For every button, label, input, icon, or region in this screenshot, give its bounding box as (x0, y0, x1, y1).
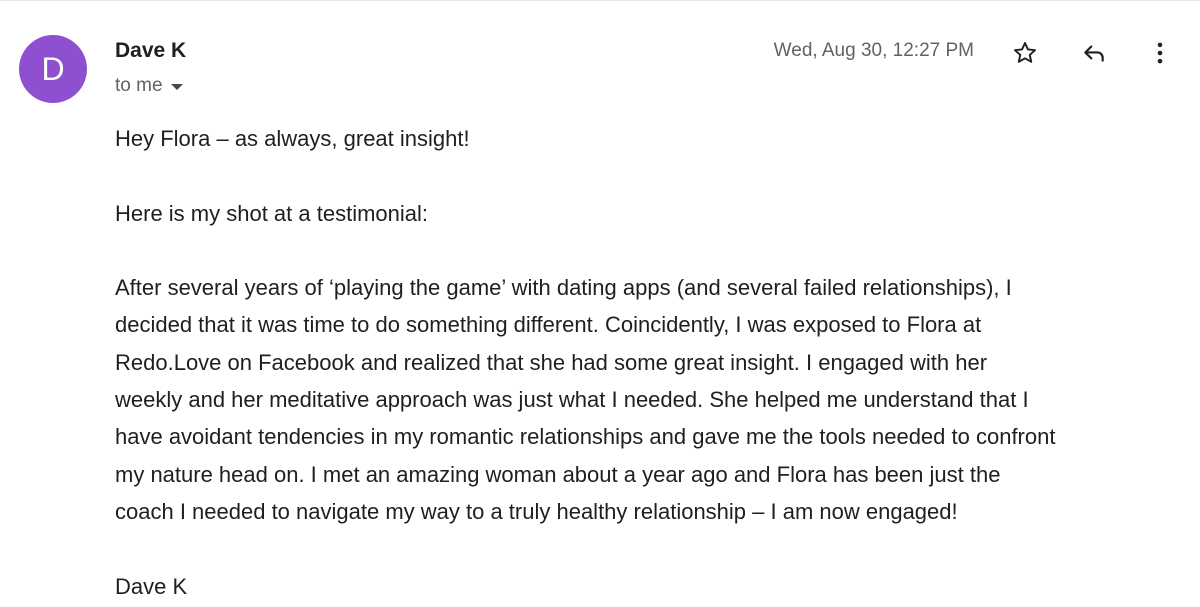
caret-down-icon (170, 84, 183, 90)
sender-avatar[interactable]: D (19, 35, 87, 103)
avatar-letter: D (41, 50, 65, 87)
reply-button[interactable] (1078, 37, 1110, 69)
testimonial-paragraph: After several years of ‘playing the game… (115, 269, 1190, 530)
top-divider (0, 0, 1200, 1)
testimonial-line: weekly and her meditative approach was j… (115, 387, 1029, 413)
star-button[interactable] (1009, 37, 1041, 69)
recipient-details-toggle[interactable]: to me (115, 75, 183, 97)
star-outline-icon (1014, 42, 1036, 63)
reply-arrow-icon (1084, 45, 1104, 62)
message-body: Hey Flora – as always, great insight! He… (115, 120, 1190, 605)
sender-name[interactable]: Dave K (115, 39, 186, 63)
testimonial-line: have avoidant tendencies in my romantic … (115, 424, 1056, 450)
recipient-label: to me (115, 75, 163, 96)
message-date: Wed, Aug 30, 12:27 PM (773, 40, 974, 61)
testimonial-line: decided that it was time to do something… (115, 312, 982, 338)
testimonial-line: my nature head on. I met an amazing woma… (115, 461, 1001, 487)
vertical-dots-icon (1157, 42, 1163, 64)
signature-line: Dave K (115, 573, 188, 599)
testimonial-line: Redo.Love on Facebook and realized that … (115, 349, 988, 375)
greeting-line: Hey Flora – as always, great insight! (115, 126, 470, 151)
more-options-button[interactable] (1144, 37, 1176, 69)
testimonial-line: coach I needed to navigate my way to a t… (115, 498, 958, 524)
testimonial-line: After several years of ‘playing the game… (115, 275, 1012, 301)
intro-line: Here is my shot at a testimonial: (115, 200, 429, 226)
